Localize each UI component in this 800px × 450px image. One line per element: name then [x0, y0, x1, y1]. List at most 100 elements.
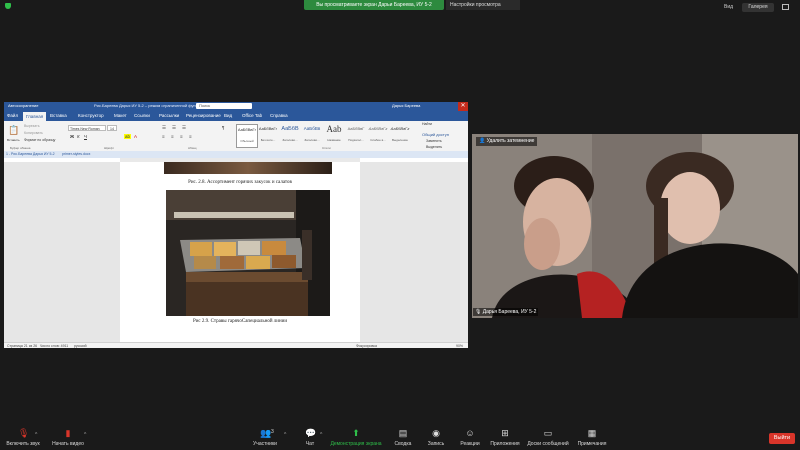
participants-menu-caret[interactable]: ^: [284, 432, 286, 438]
share-screen-button[interactable]: ⬆ Демонстрация экрана: [328, 428, 384, 447]
gallery-view-button[interactable]: Галерея: [742, 3, 774, 12]
leave-button[interactable]: Выйти: [769, 433, 795, 444]
status-language[interactable]: русский: [74, 344, 87, 348]
style-subtitle[interactable]: АаБбВвГ Подзагол...: [346, 124, 366, 146]
replace-button[interactable]: Заменить: [426, 139, 442, 143]
font-color-button[interactable]: A: [134, 134, 137, 139]
style-heading-2[interactable]: АаБбВв Заголово...: [302, 124, 322, 146]
video-label-text: Удалить затемнение: [486, 138, 535, 144]
copy-button[interactable]: Копировать: [24, 131, 43, 135]
style-no-spacing[interactable]: АаБбВвГг Без инте...: [258, 124, 278, 146]
fullscreen-icon[interactable]: [782, 4, 789, 10]
chat-icon: 💬: [305, 428, 317, 438]
shared-word-window: Автосохранение Рис.Бареева Дарья ИУ 5-2 …: [4, 102, 468, 348]
close-icon[interactable]: ✕: [458, 102, 468, 111]
style-emphasis[interactable]: АаБбВвГг Выделение: [390, 124, 410, 146]
tab-view[interactable]: Вид: [224, 113, 232, 118]
paste-icon[interactable]: 📋: [8, 125, 19, 136]
view-label: Вид: [724, 4, 734, 10]
apps-icon: ⊞: [501, 428, 509, 438]
participant-name-label: 🎙 Дарья Бареева, ИУ 5-2: [473, 308, 539, 316]
italic-button[interactable]: К: [77, 134, 80, 139]
participant-name: Дарья Бареева, ИУ 5-2: [482, 309, 537, 315]
select-button[interactable]: Выделить: [426, 145, 442, 149]
reactions-icon: ☺: [465, 428, 475, 438]
word-share-button[interactable]: Общий доступ: [422, 132, 449, 137]
participants-button[interactable]: 👥 Участники: [248, 428, 282, 447]
word-title-bar: Автосохранение Рис.Бареева Дарья ИУ 5-2 …: [4, 102, 468, 111]
style-normal[interactable]: АаБбВвГг Обычный: [236, 124, 258, 148]
style-heading-1[interactable]: АаБбВ Заголово...: [280, 124, 300, 146]
ribbon-tabs: Файл Главная Вставка Конструктор Макет С…: [4, 111, 468, 121]
status-word-count[interactable]: Число слов: 4911: [40, 344, 68, 348]
tab-references[interactable]: Ссылки: [134, 113, 150, 118]
numbering-icon[interactable]: ☰: [172, 125, 176, 131]
bold-button[interactable]: Ж: [70, 134, 74, 139]
group-clipboard: Буфер обмена: [10, 146, 31, 150]
highlight-button[interactable]: ab: [124, 134, 132, 139]
video-menu-caret[interactable]: ^: [84, 432, 86, 438]
align-left-icon[interactable]: ≡: [162, 134, 165, 139]
mute-button[interactable]: 🎙 Включить звук: [2, 428, 44, 447]
zoom-level[interactable]: 90%: [456, 344, 463, 348]
align-right-icon[interactable]: ≡: [180, 134, 183, 139]
summary-icon: ▤: [398, 428, 408, 438]
doc-tab-active[interactable]: 1 - Рис.Бареева Дарья ИУ 5-2: [6, 152, 55, 156]
share-screen-icon: ⬆: [352, 428, 360, 438]
multilevel-list-icon[interactable]: ☰: [182, 125, 186, 131]
mute-menu-caret[interactable]: ^: [35, 432, 37, 438]
tab-file[interactable]: Файл: [7, 113, 18, 118]
style-title[interactable]: Aab Название: [324, 124, 344, 146]
tab-home[interactable]: Главная: [23, 112, 47, 121]
word-search-input[interactable]: Поиск: [196, 103, 252, 109]
autosave-toggle[interactable]: Автосохранение: [8, 103, 39, 108]
paste-button[interactable]: Вставить: [7, 138, 20, 142]
reactions-button[interactable]: ☺ Реакции: [455, 428, 485, 447]
show-marks-icon[interactable]: ¶: [222, 125, 224, 130]
sharing-banner[interactable]: Вы просматриваете экран Дарьи Бареева, И…: [304, 0, 444, 10]
notes-button[interactable]: ▦ Примечания: [574, 428, 610, 447]
font-name-select[interactable]: Times New Roman: [68, 125, 106, 131]
remove-dimming-button[interactable]: 👤 Удалить затемнение: [476, 137, 538, 146]
summary-button[interactable]: ▤ Сводка: [390, 428, 416, 447]
tab-layout[interactable]: Макет: [114, 113, 127, 118]
whiteboards-button[interactable]: ▭ Доски сообщений: [526, 428, 570, 447]
apps-button[interactable]: ⊞ Приложения: [488, 428, 522, 447]
bullets-icon[interactable]: ☰: [162, 125, 166, 131]
mic-muted-icon: 🎙: [475, 309, 483, 315]
justify-icon[interactable]: ≡: [189, 134, 192, 139]
participants-count: 3: [271, 429, 274, 435]
security-shield-icon[interactable]: [5, 3, 11, 9]
record-button[interactable]: ◉ Запись: [422, 428, 450, 447]
start-video-button[interactable]: ▮ Начать видео: [48, 428, 88, 447]
style-subtle-emphasis[interactable]: АаБбВвГг Слабое в...: [368, 124, 388, 146]
find-button[interactable]: Найти: [422, 122, 432, 126]
view-options-button[interactable]: Настройки просмотра: [446, 0, 520, 10]
chat-button[interactable]: 💬 Чат: [298, 428, 322, 447]
word-user-name[interactable]: Дарья Бареева: [392, 103, 420, 108]
tab-insert[interactable]: Вставка: [50, 113, 67, 118]
doc-tab-primer[interactable]: primer-styles.docx: [62, 152, 90, 156]
participant-video[interactable]: [472, 134, 798, 318]
tab-office-tab[interactable]: Office Tab: [242, 113, 262, 118]
chat-menu-caret[interactable]: ^: [320, 432, 322, 438]
group-paragraph: Абзац: [188, 146, 197, 150]
participants-icon: 👥: [260, 428, 272, 438]
tab-design[interactable]: Конструктор: [78, 113, 104, 118]
tab-help[interactable]: Справка: [270, 113, 288, 118]
figure-caption-2-8: Рис. 2.8. Ассортимент горячих закусок и …: [188, 180, 292, 185]
tab-mailings[interactable]: Рассылки: [159, 113, 179, 118]
status-page[interactable]: Страница 21 из 26: [7, 344, 37, 348]
cut-button[interactable]: Вырезать: [24, 124, 40, 128]
document-tabs: 1 - Рис.Бареева Дарья ИУ 5-2 primer-styl…: [4, 151, 468, 158]
group-font: Шрифт: [104, 146, 114, 150]
focus-button[interactable]: Фокусировка: [356, 344, 377, 348]
underline-button[interactable]: Ч: [84, 134, 87, 139]
align-center-icon[interactable]: ≡: [171, 134, 174, 139]
tab-review[interactable]: Рецензирование: [186, 113, 221, 118]
format-painter-button[interactable]: Формат по образцу: [24, 138, 55, 142]
ribbon: 📋 Вставить Вырезать Копировать Формат по…: [4, 121, 468, 152]
figure-image-hot-food-counter: [166, 190, 330, 316]
font-size-select[interactable]: 14: [107, 125, 117, 131]
mic-muted-icon: 🎙: [18, 428, 30, 438]
